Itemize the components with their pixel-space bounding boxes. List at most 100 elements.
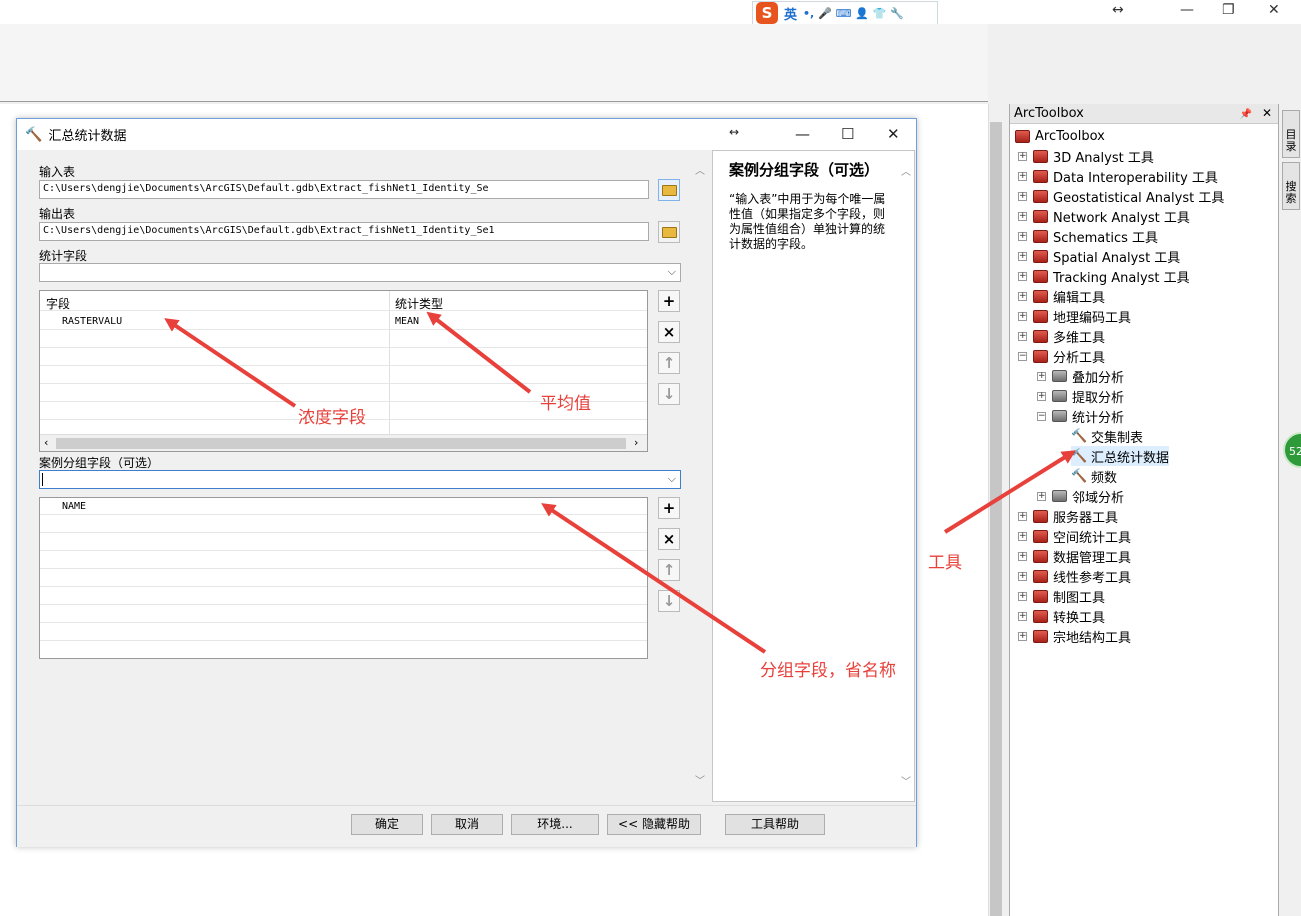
tree-item-toolset[interactable]: + 邻域分析: [1037, 486, 1124, 506]
expand-icon[interactable]: +: [1018, 191, 1027, 201]
collapse-icon[interactable]: −: [1037, 411, 1046, 421]
expand-icon[interactable]: +: [1037, 491, 1046, 501]
tree-item-tool[interactable]: 🔨 汇总统计数据: [1071, 446, 1170, 466]
dialog-minimize-button[interactable]: —: [795, 125, 810, 143]
case-field-combo[interactable]: ⌵: [39, 470, 681, 489]
tree-item-toolset[interactable]: − 统计分析: [1037, 406, 1124, 426]
side-tabs: 目录 搜索: [1281, 104, 1301, 916]
expand-icon[interactable]: +: [1018, 271, 1027, 281]
input-browse-button[interactable]: [658, 179, 680, 201]
move-down-icon[interactable]: ↓: [658, 590, 680, 612]
output-browse-button[interactable]: [658, 221, 680, 243]
ime-tools-icon[interactable]: •, 🎤 ⌨ 👤 👕 🔧: [803, 7, 904, 20]
dialog-resize-icon[interactable]: ↔: [729, 125, 739, 139]
input-table-field[interactable]: C:\Users\dengjie\Documents\ArcGIS\Defaul…: [39, 180, 649, 199]
dialog-close-button[interactable]: ✕: [887, 125, 900, 143]
form-scrollbar[interactable]: ︿ ﹀: [692, 152, 708, 802]
tree-item-label: 宗地结构工具: [1053, 630, 1132, 646]
tool-help-button[interactable]: 工具帮助: [725, 814, 825, 835]
tree-item-toolbox[interactable]: + Tracking Analyst 工具: [1018, 266, 1190, 286]
expand-icon[interactable]: +: [1018, 291, 1027, 301]
expand-icon[interactable]: +: [1018, 171, 1027, 181]
expand-icon[interactable]: +: [1018, 331, 1027, 341]
move-up-icon[interactable]: ↑: [658, 352, 680, 374]
expand-icon[interactable]: +: [1018, 531, 1027, 541]
tree-item-toolbox[interactable]: + 数据管理工具: [1018, 546, 1131, 566]
tree-item-toolbox[interactable]: + 编辑工具: [1018, 286, 1105, 306]
move-up-icon[interactable]: ↑: [658, 559, 680, 581]
case-field-grid[interactable]: NAME: [39, 497, 648, 659]
tree-item-toolbox[interactable]: + Network Analyst 工具: [1018, 206, 1190, 226]
resize-icon[interactable]: ↔: [1112, 2, 1124, 18]
move-down-icon[interactable]: ↓: [658, 383, 680, 405]
remove-icon[interactable]: ×: [658, 321, 680, 343]
tree-item-toolset[interactable]: + 叠加分析: [1037, 366, 1124, 386]
workspace-scrollbar[interactable]: [988, 104, 1002, 916]
expand-icon[interactable]: +: [1037, 391, 1046, 401]
hide-help-button[interactable]: << 隐藏帮助: [607, 814, 701, 835]
environments-button[interactable]: 环境...: [511, 814, 599, 835]
dialog-titlebar[interactable]: 🔨 汇总统计数据 ↔ — ☐ ✕: [17, 119, 916, 150]
tree-item-toolbox[interactable]: + 多维工具: [1018, 326, 1105, 346]
ok-button[interactable]: 确定: [351, 814, 423, 835]
ime-toolbar[interactable]: S 英 •, 🎤 ⌨ 👤 👕 🔧: [752, 1, 938, 25]
expand-icon[interactable]: +: [1037, 371, 1046, 381]
tree-item-root[interactable]: ArcToolbox: [1015, 126, 1105, 146]
add-icon[interactable]: +: [658, 497, 680, 519]
tree-item-toolbox[interactable]: + 地理编码工具: [1018, 306, 1131, 326]
tree-item-toolbox[interactable]: + Spatial Analyst 工具: [1018, 246, 1180, 266]
tree-item-toolbox[interactable]: − 分析工具: [1018, 346, 1105, 366]
ime-mode-label[interactable]: 英: [784, 4, 797, 23]
tree-item-toolbox[interactable]: + 宗地结构工具: [1018, 626, 1131, 646]
expand-icon[interactable]: +: [1018, 231, 1027, 241]
tree-item-tool[interactable]: 🔨 交集制表: [1071, 426, 1143, 446]
expand-icon[interactable]: +: [1018, 251, 1027, 261]
remove-icon[interactable]: ×: [658, 528, 680, 550]
pin-icon[interactable]: 📌: [1240, 109, 1252, 120]
app-ribbon: [0, 24, 988, 102]
expand-icon[interactable]: +: [1018, 571, 1027, 581]
list-item[interactable]: NAME: [40, 498, 647, 515]
stat-fields-combo[interactable]: ⌵: [39, 263, 681, 282]
column-header-stat-type[interactable]: 统计类型: [395, 295, 443, 312]
expand-icon[interactable]: +: [1018, 151, 1027, 161]
table-row[interactable]: RASTERVALU MEAN: [40, 313, 647, 330]
restore-button[interactable]: ❐: [1222, 2, 1235, 18]
tree-item-toolbox[interactable]: + 转换工具: [1018, 606, 1105, 626]
tree-item-tool[interactable]: 🔨 频数: [1071, 466, 1117, 486]
output-table-field[interactable]: C:\Users\dengjie\Documents\ArcGIS\Defaul…: [39, 222, 649, 241]
collapse-icon[interactable]: −: [1018, 351, 1027, 361]
search-tab[interactable]: 搜索: [1282, 162, 1300, 210]
minimize-button[interactable]: —: [1180, 2, 1194, 18]
expand-icon[interactable]: +: [1018, 591, 1027, 601]
grid-horizontal-scrollbar[interactable]: ‹ ›: [40, 434, 647, 451]
help-scrollbar[interactable]: ︿ ﹀: [898, 151, 914, 801]
expand-icon[interactable]: +: [1018, 631, 1027, 641]
panel-close-icon[interactable]: ✕: [1262, 106, 1272, 120]
tree-item-label: 提取分析: [1072, 390, 1125, 406]
tree-item-toolbox[interactable]: + 服务器工具: [1018, 506, 1118, 526]
tree-item-toolbox[interactable]: + 线性参考工具: [1018, 566, 1131, 586]
tree-item-toolbox[interactable]: + Data Interoperability 工具: [1018, 166, 1218, 186]
add-icon[interactable]: +: [658, 290, 680, 312]
tree-item-toolbox[interactable]: + 空间统计工具: [1018, 526, 1131, 546]
tree-item-toolset[interactable]: + 提取分析: [1037, 386, 1124, 406]
expand-icon[interactable]: +: [1018, 611, 1027, 621]
expand-icon[interactable]: +: [1018, 551, 1027, 561]
toolbox-icon: [1033, 329, 1048, 343]
tree-item-toolbox[interactable]: + Geostatistical Analyst 工具: [1018, 186, 1224, 206]
expand-icon[interactable]: +: [1018, 311, 1027, 321]
tree-item-toolbox[interactable]: + Schematics 工具: [1018, 226, 1158, 246]
dialog-maximize-button[interactable]: ☐: [841, 125, 854, 143]
toolbox-icon: [1033, 349, 1048, 363]
hammer-icon: 🔨: [1071, 448, 1088, 464]
expand-icon[interactable]: +: [1018, 211, 1027, 221]
tree-item-toolbox[interactable]: +3D Analyst 工具: [1018, 146, 1154, 166]
column-header-field[interactable]: 字段: [46, 295, 70, 312]
stat-type-value[interactable]: MEAN: [395, 316, 419, 327]
close-button[interactable]: ✕: [1268, 2, 1280, 18]
expand-icon[interactable]: +: [1018, 511, 1027, 521]
tree-item-toolbox[interactable]: + 制图工具: [1018, 586, 1105, 606]
catalog-tab[interactable]: 目录: [1282, 110, 1300, 158]
cancel-button[interactable]: 取消: [431, 814, 503, 835]
